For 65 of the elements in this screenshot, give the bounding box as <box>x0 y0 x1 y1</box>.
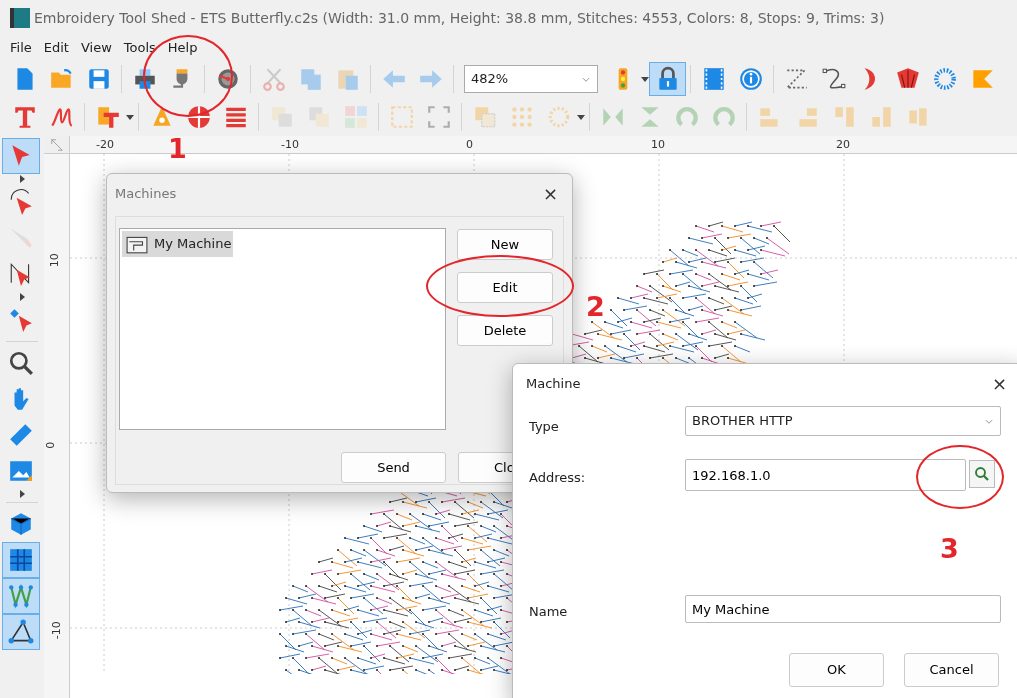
search-icon <box>973 465 991 483</box>
caret-icon <box>641 77 649 83</box>
curve-icon <box>820 66 847 92</box>
ruler-label: -10 <box>48 621 64 640</box>
dialog-title: Machines <box>115 185 177 204</box>
ruler-label: 0 <box>44 441 59 449</box>
close-button[interactable]: × <box>987 375 1011 393</box>
ruler-label: 20 <box>836 137 850 153</box>
ruler-label: -10 <box>281 137 299 153</box>
cross-circle-icon <box>185 104 212 130</box>
annotation-number: 1 <box>168 135 187 162</box>
caret-icon <box>19 175 25 183</box>
stitch-w-icon <box>8 583 34 609</box>
name-field[interactable]: My Machine <box>685 595 1001 623</box>
menu-item[interactable]: Edit <box>37 38 75 58</box>
annotation-number: 2 <box>586 293 605 320</box>
menu-item[interactable]: File <box>4 38 38 58</box>
caret-icon <box>577 115 585 121</box>
address-field[interactable]: 192.168.1.0 <box>685 459 966 491</box>
arrow-pointer-tool[interactable] <box>2 138 40 174</box>
lock-button[interactable] <box>649 62 686 96</box>
search-button[interactable] <box>969 460 995 488</box>
type-dropdown[interactable]: BROTHER HTTP <box>685 406 1001 436</box>
cube-icon <box>8 511 34 537</box>
dialog-button[interactable]: Delete <box>457 315 553 346</box>
ruler-label: 0 <box>466 137 473 153</box>
zoom-combo[interactable]: 482% <box>464 65 598 93</box>
info-icon <box>737 66 764 92</box>
machine-list-item[interactable]: My Machine <box>122 231 234 257</box>
dashed-square-icon <box>388 104 415 130</box>
triangle-nodes-icon <box>8 619 34 645</box>
dialog-button[interactable]: OK <box>789 653 884 687</box>
ruler-icon <box>8 422 34 448</box>
field-label: Name <box>529 603 568 621</box>
triangle-nodes-tool[interactable] <box>2 614 40 650</box>
close-button[interactable]: × <box>538 185 562 203</box>
menu-item[interactable]: View <box>74 38 118 58</box>
ruler-corner-icon <box>49 137 64 152</box>
ruler-label: 10 <box>651 137 665 153</box>
dialog-button[interactable]: Send <box>341 452 446 483</box>
grid-tool[interactable] <box>2 542 40 578</box>
caret-icon <box>126 115 134 121</box>
ring-stitch-icon <box>931 66 958 92</box>
expand-frame-icon <box>425 104 452 130</box>
dialog-button[interactable]: New <box>457 229 553 260</box>
menu-item[interactable]: Tools <box>117 38 162 58</box>
diamond-pointer-icon <box>8 307 34 333</box>
dialog-button[interactable]: Edit <box>457 272 553 303</box>
scissors-icon <box>260 66 287 92</box>
window-title: Embroidery Tool Shed - ETS Butterfly.c2s (Width: 31.0 mm, Height: 38.8 mm, Stitches: 4553, Colors: 8, Stops: 9, Trims: 3) <box>34 8 885 28</box>
dialog-title: Machine <box>526 375 581 394</box>
caret-icon <box>19 293 25 301</box>
field-label: Type <box>529 418 559 436</box>
search-icon <box>8 350 34 376</box>
caret-icon <box>19 490 25 498</box>
menu-item[interactable]: Help <box>161 38 204 58</box>
dialog-button[interactable]: Cancel <box>904 653 999 687</box>
grid-icon <box>8 547 34 573</box>
app-logo-icon <box>10 8 30 28</box>
image-icon <box>8 458 34 484</box>
ruler-label: -20 <box>96 137 114 153</box>
ruler-label: 10 <box>46 253 62 268</box>
node-pointer-icon <box>8 189 34 215</box>
four-squares-icon <box>342 104 369 130</box>
annotation-number: 3 <box>940 535 959 562</box>
